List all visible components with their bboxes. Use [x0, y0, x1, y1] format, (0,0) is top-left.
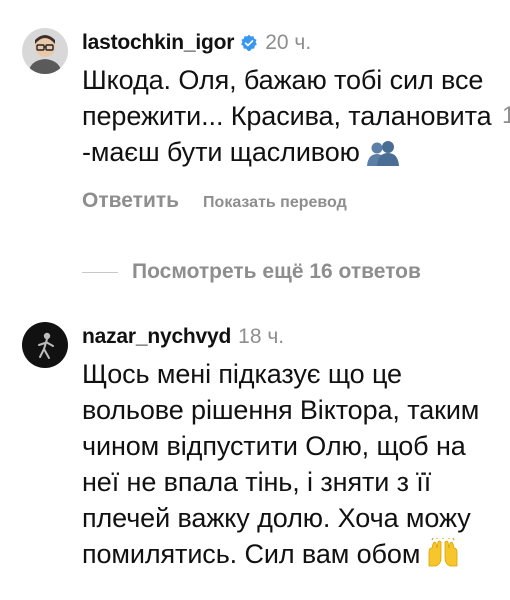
avatar[interactable]: [22, 322, 68, 368]
raised-hands-icon: [426, 537, 460, 577]
avatar-image: [22, 28, 68, 74]
comment-text: Шкода. Оля, бажаю тобі сил все пережити.…: [82, 62, 500, 175]
avatar[interactable]: [22, 28, 68, 74]
comment-actions: Ответить Показать перевод: [82, 189, 500, 213]
comment-body: lastochkin_igor 20 ч. Шкода. Оля, бажаю …: [82, 30, 500, 213]
username[interactable]: lastochkin_igor: [82, 31, 234, 55]
comment-text-content: Щось мені підказує що це вольове рішення…: [82, 359, 480, 569]
comment-text: Щось мені підказує що це вольове рішення…: [82, 356, 500, 577]
view-more-replies-label: Посмотреть ещё 16 ответов: [132, 260, 421, 283]
avatar-image: [22, 322, 68, 368]
show-translation-button[interactable]: Показать перевод: [203, 194, 347, 212]
replies-divider-line: [82, 271, 118, 273]
clipped-like-count: 1: [502, 102, 510, 129]
comment-header: nazar_nychvyd 18 ч.: [82, 324, 500, 350]
comment-body: nazar_nychvyd 18 ч. Щось мені підказує щ…: [82, 324, 500, 577]
comment-text-content: Шкода. Оля, бажаю тобі сил все пережити.…: [82, 65, 492, 167]
comments-thread: lastochkin_igor 20 ч. Шкода. Оля, бажаю …: [0, 0, 510, 600]
comment-header: lastochkin_igor 20 ч.: [82, 30, 500, 56]
username[interactable]: nazar_nychvyd: [82, 325, 231, 349]
reply-button[interactable]: Ответить: [82, 189, 179, 213]
verified-badge-icon: [240, 34, 258, 52]
couple-silhouette-icon: [366, 139, 400, 175]
comment-timestamp: 18 ч.: [238, 325, 285, 348]
view-more-replies-button[interactable]: Посмотреть ещё 16 ответов: [82, 260, 421, 284]
comment-timestamp: 20 ч.: [265, 31, 312, 54]
